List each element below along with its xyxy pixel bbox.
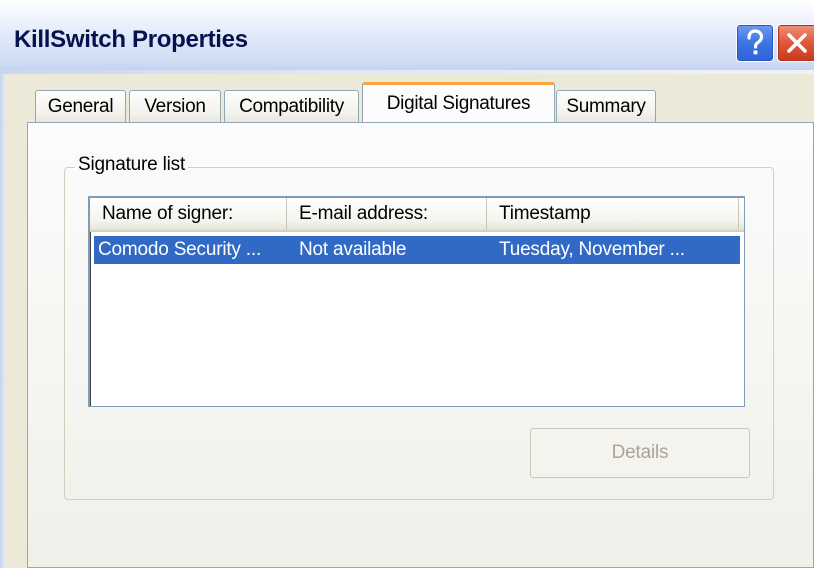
signer-name-cell: Comodo Security ... [98, 239, 262, 260]
help-button[interactable] [736, 24, 774, 62]
list-header: Name of signer: E-mail address: Timestam… [90, 198, 744, 232]
window-title: KillSwitch Properties [14, 26, 248, 53]
tab-label: Summary [566, 95, 646, 117]
column-header-timestamp[interactable]: Timestamp [487, 198, 739, 230]
title-bar-edge [0, 70, 814, 74]
tab-label: Digital Signatures [386, 92, 531, 114]
tab-label: Compatibility [239, 95, 344, 117]
tab-version[interactable]: Version [129, 90, 221, 122]
window-frame [0, 74, 6, 568]
close-icon [787, 33, 807, 53]
tab-label: Version [144, 95, 206, 117]
group-label: Signature list [75, 154, 189, 176]
tab-compatibility[interactable]: Compatibility [224, 90, 359, 122]
close-button[interactable] [777, 24, 814, 62]
column-header-name[interactable]: Name of signer: [90, 198, 287, 230]
signature-list[interactable]: Name of signer: E-mail address: Timestam… [88, 196, 745, 407]
tab-general[interactable]: General [35, 90, 126, 122]
properties-dialog: KillSwitch Properties General Version Co… [0, 0, 814, 568]
timestamp-cell: Tuesday, November ... [499, 239, 685, 260]
email-cell: Not available [299, 239, 407, 260]
tab-label: General [47, 95, 114, 117]
question-mark-icon [747, 29, 764, 55]
details-button[interactable]: Details [530, 428, 750, 478]
title-bar[interactable]: KillSwitch Properties [0, 0, 814, 70]
column-header-email[interactable]: E-mail address: [287, 198, 487, 230]
list-row[interactable]: Comodo Security ... Not available Tuesda… [94, 236, 740, 264]
tab-summary[interactable]: Summary [556, 90, 656, 122]
tab-digital-signatures[interactable]: Digital Signatures [362, 82, 555, 122]
